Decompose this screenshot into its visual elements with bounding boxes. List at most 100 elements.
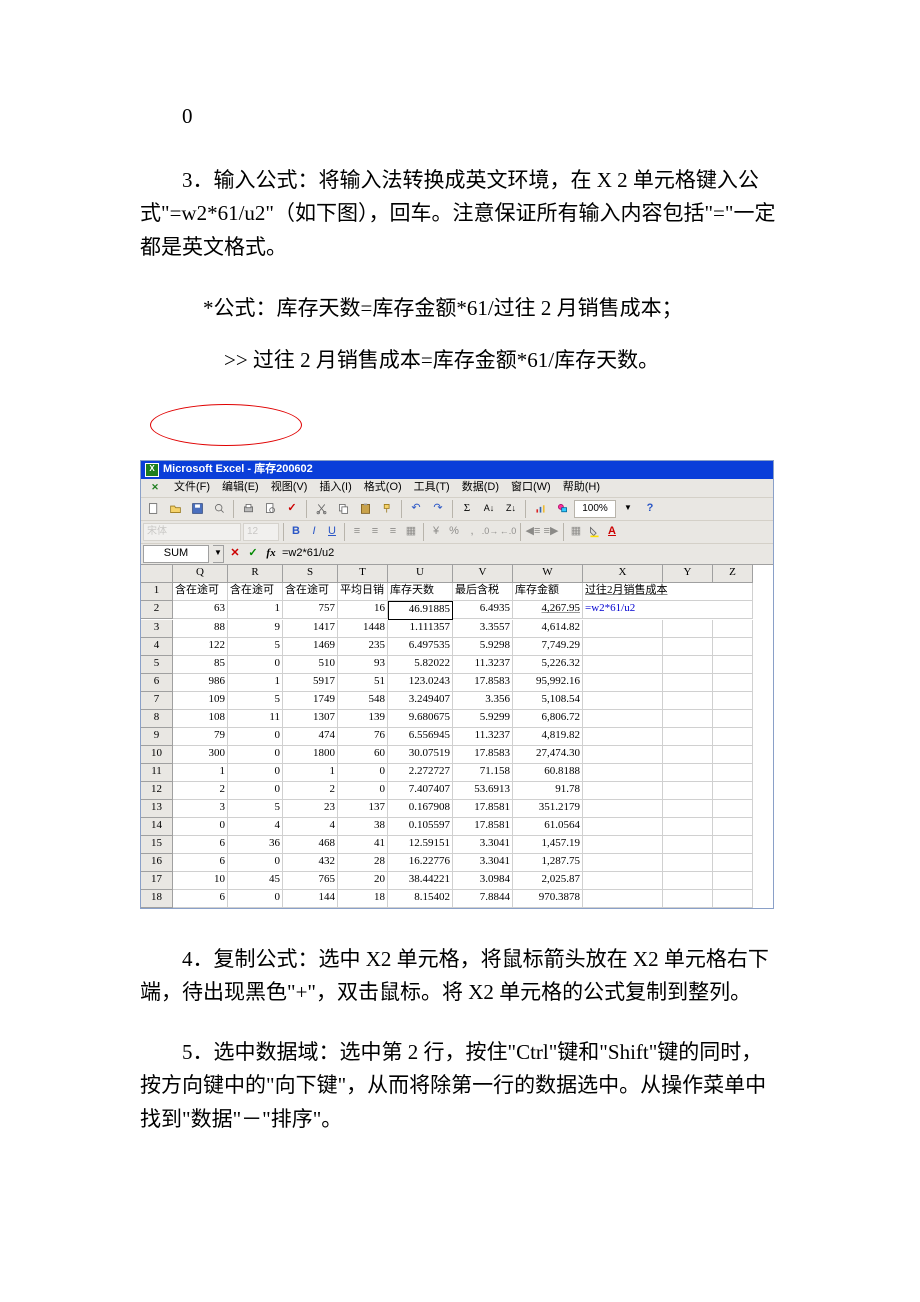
cell-W12[interactable]: 91.78 [513,782,583,800]
cell-V9[interactable]: 11.3237 [453,728,513,746]
cell-Q10[interactable]: 300 [173,746,228,764]
cell-Y10[interactable] [663,746,713,764]
corner-cell[interactable] [141,565,173,583]
cell-W3[interactable]: 4,614.82 [513,620,583,638]
cell-V16[interactable]: 3.3041 [453,854,513,872]
cell-Z8[interactable] [713,710,753,728]
fx-icon[interactable]: fx [264,546,278,562]
cell-U18[interactable]: 8.15402 [388,890,453,908]
menu-tools[interactable]: 工具(T) [409,479,455,497]
format-painter-icon[interactable] [377,499,397,519]
row-header-12[interactable]: 12 [141,782,173,800]
header-cell-V[interactable]: 最后含税 [453,583,513,601]
row-header-17[interactable]: 17 [141,872,173,890]
menu-help[interactable]: 帮助(H) [558,479,605,497]
cell-Y12[interactable] [663,782,713,800]
cell-X4[interactable] [583,638,663,656]
cell-Q7[interactable]: 109 [173,692,228,710]
col-header-X[interactable]: X [583,565,663,583]
col-header-R[interactable]: R [228,565,283,583]
cell-R15[interactable]: 36 [228,836,283,854]
cell-Y6[interactable] [663,674,713,692]
cell-V10[interactable]: 17.8583 [453,746,513,764]
cell-X12[interactable] [583,782,663,800]
cell-U10[interactable]: 30.07519 [388,746,453,764]
cell-U2[interactable]: 46.91885 [388,601,453,620]
cell-S5[interactable]: 510 [283,656,338,674]
header-cell-T[interactable]: 平均日销 [338,583,388,601]
cell-V13[interactable]: 17.8581 [453,800,513,818]
cell-Y5[interactable] [663,656,713,674]
cell-X17[interactable] [583,872,663,890]
cell-W14[interactable]: 61.0564 [513,818,583,836]
cell-W4[interactable]: 7,749.29 [513,638,583,656]
cell-V5[interactable]: 11.3237 [453,656,513,674]
help-icon[interactable]: ? [640,499,660,519]
align-left-icon[interactable]: ≡ [349,524,365,540]
cell-W15[interactable]: 1,457.19 [513,836,583,854]
cell-V11[interactable]: 71.158 [453,764,513,782]
cell-T13[interactable]: 137 [338,800,388,818]
cell-Q15[interactable]: 6 [173,836,228,854]
cell-S15[interactable]: 468 [283,836,338,854]
cell-V14[interactable]: 17.8581 [453,818,513,836]
cell-Q9[interactable]: 79 [173,728,228,746]
menu-file[interactable]: 文件(F) [169,479,215,497]
header-cell-W[interactable]: 库存金额 [513,583,583,601]
percent-icon[interactable]: % [446,524,462,540]
cell-Z16[interactable] [713,854,753,872]
cell-Q16[interactable]: 6 [173,854,228,872]
sort-asc-icon[interactable]: A↓ [479,499,499,519]
cell-Q13[interactable]: 3 [173,800,228,818]
cell-S2[interactable]: 757 [283,601,338,619]
cell-W5[interactable]: 5,226.32 [513,656,583,674]
cell-S10[interactable]: 1800 [283,746,338,764]
paste-icon[interactable] [355,499,375,519]
cell-T12[interactable]: 0 [338,782,388,800]
menu-insert[interactable]: 插入(I) [314,479,356,497]
save-icon[interactable] [187,499,207,519]
cell-W7[interactable]: 5,108.54 [513,692,583,710]
currency-icon[interactable]: ¥ [428,524,444,540]
cell-S9[interactable]: 474 [283,728,338,746]
open-icon[interactable] [165,499,185,519]
preview-icon[interactable] [260,499,280,519]
cell-S7[interactable]: 1749 [283,692,338,710]
cell-U3[interactable]: 1.111357 [388,620,453,638]
cell-U4[interactable]: 6.497535 [388,638,453,656]
cell-W10[interactable]: 27,474.30 [513,746,583,764]
cell-U14[interactable]: 0.105597 [388,818,453,836]
col-header-Q[interactable]: Q [173,565,228,583]
font-color-icon[interactable]: A [604,524,620,540]
row-header-18[interactable]: 18 [141,890,173,908]
merge-center-icon[interactable]: ▦ [403,524,419,540]
cell-U9[interactable]: 6.556945 [388,728,453,746]
cell-U12[interactable]: 7.407407 [388,782,453,800]
cell-X2[interactable]: =w2*61/u2 [583,601,753,619]
cell-T14[interactable]: 38 [338,818,388,836]
cell-S6[interactable]: 5917 [283,674,338,692]
italic-button[interactable]: I [306,524,322,540]
cell-X11[interactable] [583,764,663,782]
name-box[interactable]: SUM [143,545,209,563]
cell-Q14[interactable]: 0 [173,818,228,836]
cell-Z5[interactable] [713,656,753,674]
cell-V4[interactable]: 5.9298 [453,638,513,656]
menu-data[interactable]: 数据(D) [457,479,504,497]
cell-R3[interactable]: 9 [228,620,283,638]
cell-S8[interactable]: 1307 [283,710,338,728]
cell-Q11[interactable]: 1 [173,764,228,782]
menu-edit[interactable]: 编辑(E) [217,479,264,497]
decimal-inc-icon[interactable]: .0→ [482,524,498,540]
cancel-formula-icon[interactable]: ✕ [228,546,242,562]
cell-T18[interactable]: 18 [338,890,388,908]
cell-X10[interactable] [583,746,663,764]
cell-X18[interactable] [583,890,663,908]
row-header-5[interactable]: 5 [141,656,173,674]
cell-S3[interactable]: 1417 [283,620,338,638]
align-right-icon[interactable]: ≡ [385,524,401,540]
row-header-11[interactable]: 11 [141,764,173,782]
col-header-Y[interactable]: Y [663,565,713,583]
comma-icon[interactable]: , [464,524,480,540]
cell-S12[interactable]: 2 [283,782,338,800]
